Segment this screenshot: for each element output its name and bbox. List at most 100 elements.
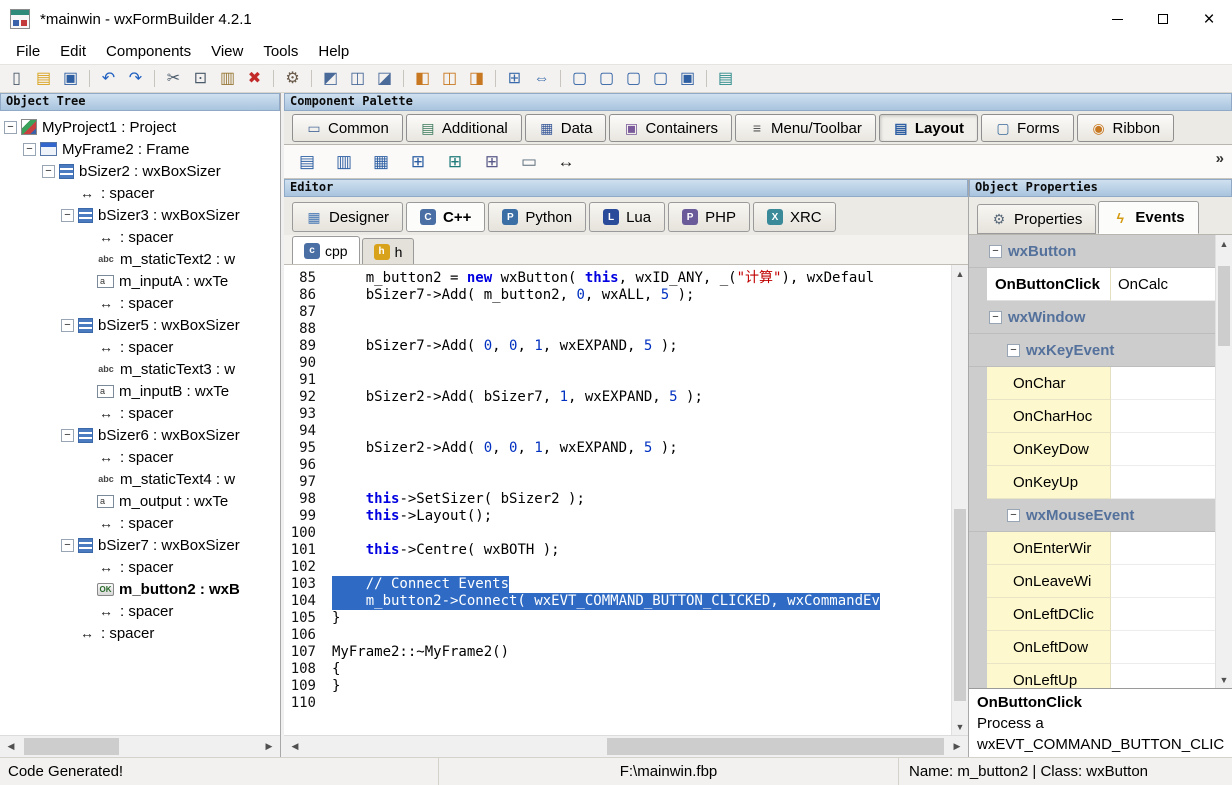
scroll-down-icon[interactable]: ▼ bbox=[1216, 671, 1232, 688]
tree-collapse-icon[interactable]: − bbox=[4, 121, 17, 134]
event-handler-cell[interactable] bbox=[1111, 532, 1215, 565]
object-tree-hscrollbar[interactable]: ◀ ▶ bbox=[0, 735, 280, 757]
undo-button[interactable]: ↶ bbox=[96, 66, 121, 91]
align-top-button[interactable]: ◩ bbox=[318, 66, 343, 91]
tree-node[interactable]: ↔: spacer bbox=[0, 336, 280, 358]
event-category-row[interactable]: −wxWindow bbox=[969, 301, 1215, 334]
editor-tab-lua[interactable]: LLua bbox=[589, 202, 665, 232]
event-row[interactable]: OnButtonClickOnCalc bbox=[969, 268, 1215, 301]
palette-tab-forms[interactable]: ▢Forms bbox=[981, 114, 1074, 142]
border-left-button[interactable]: ▢ bbox=[567, 66, 592, 91]
event-handler-cell[interactable] bbox=[1111, 631, 1215, 664]
scrollbar-track[interactable] bbox=[952, 282, 968, 718]
event-row[interactable]: OnCharHoc bbox=[969, 400, 1215, 433]
tree-node[interactable]: −bSizer2 : wxBoxSizer bbox=[0, 160, 280, 182]
tree-collapse-icon[interactable]: − bbox=[23, 143, 36, 156]
new-project-button[interactable]: ▯ bbox=[4, 66, 29, 91]
paste-button[interactable]: ▥ bbox=[215, 66, 240, 91]
tree-collapse-icon[interactable]: − bbox=[61, 539, 74, 552]
event-handler-cell[interactable] bbox=[1111, 400, 1215, 433]
event-handler-cell[interactable] bbox=[1111, 433, 1215, 466]
palette-tab-additional[interactable]: ▤Additional bbox=[406, 114, 522, 142]
expand-button[interactable]: ⊞ bbox=[502, 66, 527, 91]
menu-item-components[interactable]: Components bbox=[96, 40, 201, 63]
grid-vscrollbar[interactable]: ▲ ▼ bbox=[1215, 235, 1232, 688]
border-all-button[interactable]: ▣ bbox=[675, 66, 700, 91]
scroll-right-icon[interactable]: ▶ bbox=[258, 736, 280, 757]
default-editor-button[interactable]: ▤ bbox=[713, 66, 738, 91]
event-handler-cell[interactable] bbox=[1111, 664, 1215, 688]
event-row[interactable]: OnEnterWir bbox=[969, 532, 1215, 565]
palette-tab-data[interactable]: ▦Data bbox=[525, 114, 607, 142]
tree-node[interactable]: am_inputB : wxTe bbox=[0, 380, 280, 402]
properties-tab-events[interactable]: ϟEvents bbox=[1098, 201, 1198, 234]
palette-tab-menu-toolbar[interactable]: ≡Menu/Toolbar bbox=[735, 114, 876, 142]
scrollbar-track[interactable] bbox=[22, 736, 258, 757]
event-handler-cell[interactable] bbox=[1111, 367, 1215, 400]
delete-button[interactable]: ✖ bbox=[242, 66, 267, 91]
static-box-sizer-tool[interactable]: ▦ bbox=[370, 151, 392, 173]
scrollbar-track[interactable] bbox=[1216, 252, 1232, 671]
tree-collapse-icon[interactable]: − bbox=[61, 429, 74, 442]
editor-tab-xrc[interactable]: XXRC bbox=[753, 202, 836, 232]
file-tab-h[interactable]: hh bbox=[362, 238, 415, 264]
box-sizer-tool[interactable]: ▤ bbox=[296, 151, 318, 173]
properties-tab-properties[interactable]: ⚙Properties bbox=[977, 204, 1096, 234]
palette-tab-containers[interactable]: ▣Containers bbox=[609, 114, 732, 142]
scrollbar-thumb[interactable] bbox=[1218, 266, 1230, 346]
category-collapse-icon[interactable]: − bbox=[1007, 344, 1020, 357]
file-tab-cpp[interactable]: ccpp bbox=[292, 236, 360, 264]
scroll-right-icon[interactable]: ▶ bbox=[946, 736, 968, 757]
tree-node[interactable]: −bSizer7 : wxBoxSizer bbox=[0, 534, 280, 556]
event-handler-cell[interactable] bbox=[1111, 598, 1215, 631]
grid-bag-sizer-tool[interactable]: ⊞ bbox=[481, 151, 503, 173]
scroll-up-icon[interactable]: ▲ bbox=[952, 265, 968, 282]
align-bottom-button[interactable]: ◪ bbox=[372, 66, 397, 91]
align-center-horizontal-button[interactable]: ◫ bbox=[437, 66, 462, 91]
category-collapse-icon[interactable]: − bbox=[1007, 509, 1020, 522]
redo-button[interactable]: ↷ bbox=[123, 66, 148, 91]
border-right-button[interactable]: ▢ bbox=[594, 66, 619, 91]
tree-node[interactable]: abcm_staticText4 : w bbox=[0, 468, 280, 490]
scroll-up-icon[interactable]: ▲ bbox=[1216, 235, 1232, 252]
editor-tab-c[interactable]: CC++ bbox=[406, 202, 485, 232]
align-right-button[interactable]: ◨ bbox=[464, 66, 489, 91]
tree-node[interactable]: abcm_staticText3 : w bbox=[0, 358, 280, 380]
tree-node[interactable]: ↔: spacer bbox=[0, 292, 280, 314]
tree-node[interactable]: −bSizer5 : wxBoxSizer bbox=[0, 314, 280, 336]
editor-vscrollbar[interactable]: ▲ ▼ bbox=[951, 265, 968, 735]
palette-tab-common[interactable]: ▭Common bbox=[292, 114, 403, 142]
scrollbar-thumb[interactable] bbox=[607, 738, 944, 755]
tree-node[interactable]: ↔: spacer bbox=[0, 446, 280, 468]
editor-hscrollbar[interactable]: ◀ ▶ bbox=[284, 735, 968, 757]
event-row[interactable]: OnKeyUp bbox=[969, 466, 1215, 499]
code-view[interactable]: 85 m_button2 = new wxButton( this, wxID_… bbox=[284, 265, 951, 735]
menu-item-file[interactable]: File bbox=[6, 40, 50, 63]
menu-item-edit[interactable]: Edit bbox=[50, 40, 96, 63]
scroll-down-icon[interactable]: ▼ bbox=[952, 718, 968, 735]
flex-grid-sizer-tool[interactable]: ⊞ bbox=[444, 151, 466, 173]
tree-node[interactable]: −bSizer6 : wxBoxSizer bbox=[0, 424, 280, 446]
event-row[interactable]: OnLeftDClic bbox=[969, 598, 1215, 631]
tree-node[interactable]: OKm_button2 : wxB bbox=[0, 578, 280, 600]
palette-tab-ribbon[interactable]: ◉Ribbon bbox=[1077, 114, 1175, 142]
maximize-button[interactable] bbox=[1140, 0, 1186, 38]
event-category-row[interactable]: −wxKeyEvent bbox=[969, 334, 1215, 367]
menu-item-view[interactable]: View bbox=[201, 40, 253, 63]
menu-item-help[interactable]: Help bbox=[308, 40, 359, 63]
event-category-row[interactable]: −wxButton bbox=[969, 235, 1215, 268]
scroll-left-icon[interactable]: ◀ bbox=[0, 736, 22, 757]
event-row[interactable]: OnLeaveWi bbox=[969, 565, 1215, 598]
editor-tab-python[interactable]: PPython bbox=[488, 202, 586, 232]
tree-node[interactable]: ↔: spacer bbox=[0, 182, 280, 204]
stretch-button[interactable]: ⇔ bbox=[529, 66, 554, 91]
tree-node[interactable]: ↔: spacer bbox=[0, 226, 280, 248]
open-button[interactable]: ▤ bbox=[31, 66, 56, 91]
wrap-sizer-tool[interactable]: ▥ bbox=[333, 151, 355, 173]
event-row[interactable]: OnLeftUp bbox=[969, 664, 1215, 688]
tree-node[interactable]: −bSizer3 : wxBoxSizer bbox=[0, 204, 280, 226]
tree-node[interactable]: am_output : wxTe bbox=[0, 490, 280, 512]
tree-node[interactable]: −MyProject1 : Project bbox=[0, 116, 280, 138]
tree-node[interactable]: ↔: spacer bbox=[0, 512, 280, 534]
event-row[interactable]: OnChar bbox=[969, 367, 1215, 400]
